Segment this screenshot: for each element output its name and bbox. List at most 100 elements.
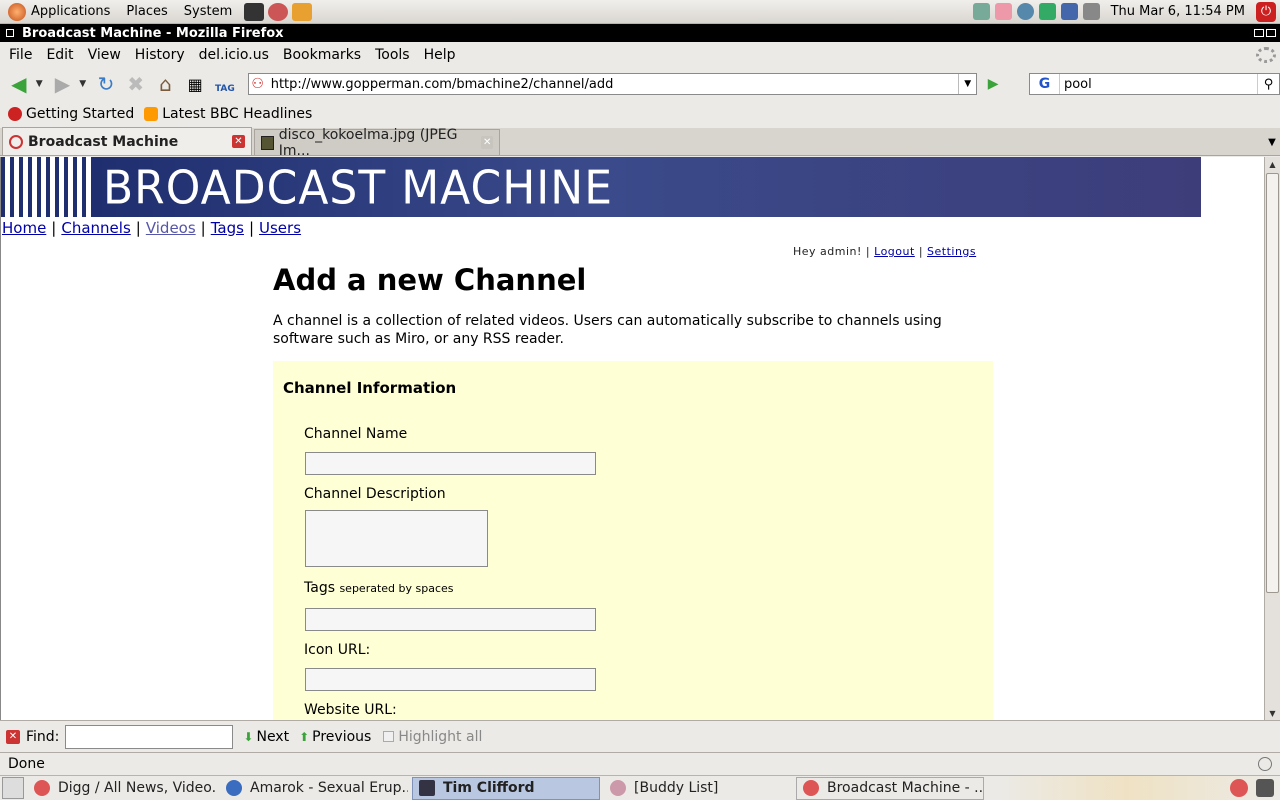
- scroll-down-arrow-icon[interactable]: ▼: [1265, 706, 1280, 720]
- nav-users-link[interactable]: Users: [259, 219, 301, 237]
- find-input[interactable]: [65, 724, 234, 749]
- forward-history-dropdown[interactable]: ▼: [79, 79, 89, 89]
- reload-button[interactable]: ↻: [93, 71, 119, 97]
- applications-menu[interactable]: Applications: [0, 0, 118, 24]
- channel-name-input[interactable]: [305, 452, 596, 475]
- home-button[interactable]: ⌂: [153, 71, 179, 97]
- nav-videos-link[interactable]: Videos: [146, 219, 196, 237]
- scroll-up-arrow-icon[interactable]: ▲: [1265, 157, 1280, 171]
- menu-help[interactable]: Help: [417, 47, 463, 63]
- places-menu[interactable]: Places: [118, 0, 175, 24]
- bookmarks-toolbar: Getting Started Latest BBC Headlines: [0, 101, 1280, 127]
- tab-close-icon[interactable]: ✕: [481, 136, 493, 149]
- tab-disco-jpeg[interactable]: disco_kokoelma.jpg (JPEG Im... ✕: [254, 127, 500, 159]
- tags-label: Tags seperated by spaces: [304, 580, 454, 596]
- tab-broadcast-machine[interactable]: Broadcast Machine ✕: [2, 127, 252, 155]
- notification-icon[interactable]: [994, 3, 1012, 20]
- bookmark-label: Latest BBC Headlines: [162, 106, 313, 122]
- nav-tags-link[interactable]: Tags: [211, 219, 244, 237]
- go-button[interactable]: ▶: [981, 73, 1005, 95]
- firefox-tray-icon[interactable]: [1230, 779, 1248, 797]
- firefox-icon: [803, 780, 819, 796]
- update-icon[interactable]: [1038, 3, 1056, 20]
- tab-close-icon[interactable]: ✕: [232, 135, 245, 148]
- battery-icon[interactable]: [972, 3, 990, 20]
- menu-history[interactable]: History: [128, 47, 192, 63]
- show-desktop-icon[interactable]: [2, 777, 24, 799]
- system-menu-label: System: [183, 4, 233, 19]
- stop-button[interactable]: ✖: [123, 71, 149, 97]
- menu-edit[interactable]: Edit: [39, 47, 80, 63]
- back-button[interactable]: ◀: [6, 71, 32, 97]
- pidgin-icon: [610, 780, 626, 796]
- find-previous-button[interactable]: ⬆ Previous: [299, 729, 371, 745]
- maximize-icon[interactable]: [1266, 29, 1276, 37]
- page-scrollbar[interactable]: ▲ ▼: [1264, 157, 1280, 720]
- task-amarok[interactable]: Amarok - Sexual Erup...: [220, 777, 408, 800]
- website-url-label: Website URL:: [304, 702, 397, 718]
- minimize-icon[interactable]: [1254, 29, 1264, 37]
- bookmark-bbc-headlines[interactable]: Latest BBC Headlines: [144, 106, 312, 122]
- rss-feed-icon: [144, 107, 159, 121]
- icon-url-input[interactable]: [305, 668, 596, 691]
- find-next-button[interactable]: ⬇ Next: [243, 729, 289, 745]
- workspace-switcher-icon[interactable]: [1256, 779, 1274, 797]
- search-magnifier-icon[interactable]: ⚲: [1257, 74, 1279, 94]
- nav-separator: |: [135, 219, 141, 237]
- url-bar[interactable]: ⚇ http://www.gopperman.com/bmachine2/cha…: [247, 73, 978, 95]
- intro-text: A channel is a collection of related vid…: [273, 313, 942, 347]
- task-tim-clifford[interactable]: Tim Clifford: [412, 776, 600, 800]
- system-menu[interactable]: System: [176, 0, 240, 24]
- amarok-icon: [226, 780, 242, 796]
- bookmark-getting-started[interactable]: Getting Started: [8, 106, 134, 122]
- channel-description-textarea[interactable]: [305, 510, 488, 567]
- task-digg[interactable]: Digg / All News, Video...: [28, 777, 216, 800]
- power-icon[interactable]: ⏻: [1256, 1, 1276, 22]
- task-broadcast-machine[interactable]: Broadcast Machine - ...: [796, 776, 984, 800]
- menu-view[interactable]: View: [81, 47, 128, 63]
- window-menu-icon[interactable]: [6, 29, 14, 37]
- forward-button[interactable]: ▶: [50, 71, 76, 97]
- nav-home-link[interactable]: Home: [2, 219, 46, 237]
- taskbar-tray: [1230, 779, 1280, 797]
- menu-delicious[interactable]: del.icio.us: [192, 47, 276, 63]
- nav-separator: |: [51, 219, 57, 237]
- tags-input[interactable]: [305, 608, 596, 631]
- clock[interactable]: Thu Mar 6, 11:54 PM: [1105, 4, 1251, 19]
- tab-list-dropdown[interactable]: ▼: [1264, 129, 1280, 155]
- find-close-icon[interactable]: ✕: [6, 729, 20, 744]
- task-buddy-list[interactable]: [Buddy List]: [604, 777, 792, 800]
- url-history-dropdown[interactable]: ▼: [958, 74, 976, 94]
- firefox-launcher-icon[interactable]: [268, 2, 289, 21]
- google-engine-icon[interactable]: G: [1030, 74, 1060, 94]
- navigation-toolbar: ◀ ▼ ▶ ▼ ↻ ✖ ⌂ ▦ TAG ⚇ http://www.gopperm…: [0, 67, 1280, 101]
- pidgin-launcher-icon[interactable]: [292, 2, 313, 21]
- delicious-icon[interactable]: ▦: [182, 71, 208, 97]
- status-bar: Done: [0, 752, 1280, 774]
- back-history-dropdown[interactable]: ▼: [36, 79, 46, 89]
- nav-channels-link[interactable]: Channels: [61, 219, 130, 237]
- tags-label-text: Tags: [304, 580, 335, 596]
- find-next-label: Next: [256, 728, 290, 745]
- url-text[interactable]: http://www.gopperman.com/bmachine2/chann…: [267, 77, 959, 92]
- status-compass-icon[interactable]: [1258, 756, 1272, 771]
- menu-tools[interactable]: Tools: [368, 47, 417, 63]
- highlight-all-checkbox[interactable]: Highlight all: [383, 729, 482, 745]
- scrollbar-thumb[interactable]: [1266, 173, 1279, 593]
- settings-link[interactable]: Settings: [927, 245, 976, 258]
- channel-form: Channel Information Channel Name Channel…: [273, 361, 993, 720]
- volume-icon[interactable]: [1082, 3, 1100, 20]
- tag-button[interactable]: TAG: [212, 71, 238, 97]
- window-titlebar[interactable]: Broadcast Machine - Mozilla Firefox: [0, 24, 1280, 42]
- logout-link[interactable]: Logout: [874, 245, 915, 258]
- network-globe-icon[interactable]: [1016, 3, 1034, 20]
- menu-file[interactable]: File: [2, 47, 39, 63]
- search-input[interactable]: pool: [1060, 77, 1257, 92]
- search-bar[interactable]: G pool ⚲: [1028, 73, 1280, 95]
- ubuntu-logo-icon: [8, 2, 26, 21]
- terminal-launcher-icon[interactable]: [244, 2, 265, 21]
- signal-strength-icon[interactable]: [1060, 3, 1078, 20]
- places-menu-label: Places: [126, 4, 168, 19]
- menu-bookmarks[interactable]: Bookmarks: [276, 47, 368, 63]
- tab-label: Broadcast Machine: [28, 133, 179, 150]
